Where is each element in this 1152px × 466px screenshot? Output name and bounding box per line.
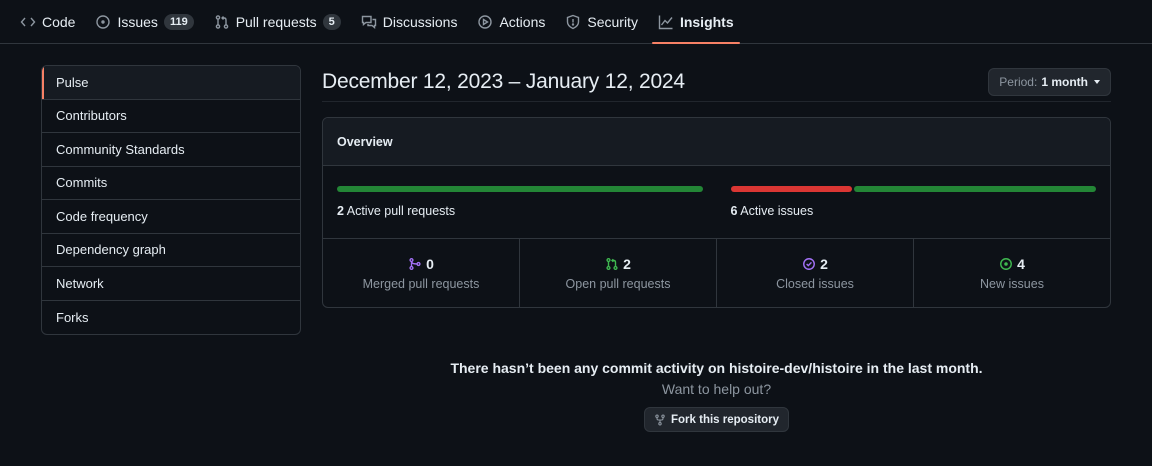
active-issues-label[interactable]: 6 Active issues	[731, 204, 1097, 218]
fork-button-label: Fork this repository	[671, 413, 779, 426]
overview-title: Overview	[323, 118, 1110, 166]
nav-issues[interactable]: Issues 119	[85, 0, 203, 43]
nav-actions[interactable]: Actions	[467, 0, 555, 43]
pulse-header: December 12, 2023 – January 12, 2024 Per…	[322, 62, 1111, 102]
sidebar-item-code-frequency[interactable]: Code frequency	[42, 200, 300, 234]
issue-icon	[1000, 257, 1013, 270]
nav-label: Actions	[499, 13, 546, 30]
active-prs-text: Active pull requests	[346, 204, 456, 218]
repo-nav: Code Issues 119 Pull requests 5 Discussi…	[0, 0, 1152, 44]
pull-requests-counter: 5	[322, 13, 341, 30]
commit-activity-empty-state: There hasn’t been any commit activity on…	[322, 360, 1111, 432]
pull-request-icon	[215, 14, 228, 29]
stat-label: Open pull requests	[565, 276, 671, 291]
overview-bars: 2 Active pull requests 6 Active issues	[323, 166, 1110, 239]
fork-icon	[655, 414, 665, 425]
active-prs-bar[interactable]	[337, 186, 703, 192]
nav-label: Security	[587, 13, 638, 30]
nav-label: Discussions	[382, 13, 458, 30]
merged-icon	[409, 257, 421, 270]
sidebar-item-pulse[interactable]: Pulse	[42, 66, 300, 100]
active-issues-text: Active issues	[740, 204, 814, 218]
stat-label: New issues	[980, 276, 1044, 291]
code-icon	[20, 17, 36, 26]
active-prs-label[interactable]: 2 Active pull requests	[337, 204, 703, 218]
sidebar-item-contributors[interactable]: Contributors	[42, 100, 300, 133]
shield-icon	[567, 14, 580, 29]
nav-label: Code	[42, 13, 76, 30]
stat-value: 0	[426, 255, 434, 272]
overview-box: Overview 2 Active pull requests 6 Active…	[322, 117, 1111, 308]
nav-label: Pull requests	[235, 13, 317, 30]
issue-icon	[96, 14, 111, 29]
stat-label: Closed issues	[776, 276, 854, 291]
pull-request-icon	[606, 257, 618, 270]
active-prs-count: 2	[337, 204, 344, 218]
closed-issues-segment	[730, 186, 852, 192]
empty-state-title: There hasn’t been any commit activity on…	[450, 360, 983, 376]
period-value: 1 month	[1041, 74, 1088, 89]
graph-icon	[658, 15, 673, 29]
stat-label: Merged pull requests	[362, 276, 480, 291]
new-issues-segment	[853, 186, 1096, 192]
empty-state-subtitle: Want to help out?	[661, 381, 772, 397]
insights-sidebar: Pulse Contributors Community Standards C…	[41, 65, 301, 335]
date-range-title: December 12, 2023 – January 12, 2024	[322, 69, 685, 93]
nav-discussions[interactable]: Discussions	[351, 0, 468, 43]
sidebar-item-commits[interactable]: Commits	[42, 167, 300, 200]
sidebar-item-community-standards[interactable]: Community Standards	[42, 133, 300, 167]
play-icon	[478, 14, 493, 29]
closed-issue-icon	[803, 257, 816, 270]
sidebar-item-network[interactable]: Network	[42, 267, 300, 301]
stat-new-issues[interactable]: 4 New issues	[914, 239, 1110, 307]
nav-label: Insights	[679, 13, 734, 30]
pulse-main: December 12, 2023 – January 12, 2024 Per…	[322, 62, 1111, 308]
nav-insights[interactable]: Insights	[648, 0, 744, 44]
stat-closed-issues[interactable]: 2 Closed issues	[717, 239, 914, 307]
stat-open-prs[interactable]: 2 Open pull requests	[520, 239, 717, 307]
sidebar-item-forks[interactable]: Forks	[42, 301, 300, 335]
sidebar-item-dependency-graph[interactable]: Dependency graph	[42, 234, 300, 267]
active-issues-summary: 6 Active issues	[730, 186, 1097, 238]
nav-label: Issues	[117, 13, 158, 30]
issues-counter: 119	[163, 13, 194, 30]
active-issues-bar[interactable]	[730, 186, 1096, 192]
stat-value: 2	[623, 255, 631, 272]
caret-down-icon	[1094, 79, 1100, 84]
overview-stats: 0 Merged pull requests 2 Open pull reque…	[323, 239, 1110, 307]
active-issues-count: 6	[730, 204, 738, 218]
nav-pull-requests[interactable]: Pull requests 5	[204, 0, 351, 43]
stat-value: 4	[1017, 255, 1025, 272]
nav-code[interactable]: Code	[20, 0, 85, 43]
period-label: Period:	[999, 74, 1038, 89]
period-dropdown-button[interactable]: Period: 1 month	[988, 67, 1111, 96]
stat-value: 2	[820, 255, 828, 272]
discussions-icon	[361, 15, 376, 29]
nav-security[interactable]: Security	[555, 0, 648, 43]
stat-merged-prs[interactable]: 0 Merged pull requests	[323, 239, 520, 307]
fork-repository-button[interactable]: Fork this repository	[644, 407, 789, 432]
active-prs-summary: 2 Active pull requests	[337, 186, 703, 238]
open-prs-segment	[337, 186, 703, 192]
